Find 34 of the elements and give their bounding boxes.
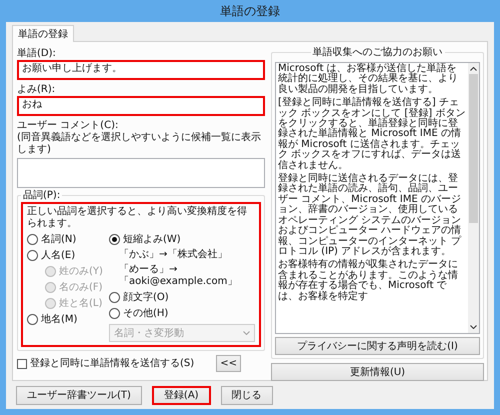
radio-button[interactable]: その他(H) [109,307,168,320]
reading-label: よみ(R): [17,83,56,96]
comment-label: ユーザー コメント(C): [17,119,120,132]
radio-button[interactable]: 人名(E) [27,249,76,262]
info-paragraph: [登録と同時に単語情報を送信する] チェック ボックスをオンにして [登録] ボタンをクリックすると、単語登録と同時に登録された単語情報と Microsoft IME の情報が Microsoft に送信されます。チェック ボックスをオフにすれば、データは送信されません。 [278,98,466,172]
chevron-down-icon [470,325,477,329]
word-field[interactable]: お願い申し上げます。 [17,60,265,80]
group-title: 単語収集へのご協力のお願い [310,47,444,59]
chevron-up-icon [470,67,477,71]
privacy-button[interactable]: プライバシーに関する声明を読む(I) [275,337,480,355]
radio-button[interactable]: 顔文字(O) [109,291,169,304]
radio-button[interactable]: 名詞(N) [27,233,76,246]
radio-button[interactable]: 地名(M) [27,313,78,326]
collapse-button[interactable]: << [216,355,241,372]
footer-button[interactable]: 登録(A) [152,386,211,404]
info-paragraph: 登録と同時に送信されるデータには、登録された単語の読み、語句、品詞、ユーザー コメント、Microsoft IME のバージョン、辞書のバージョン、使用しているオペレーティング システムのバージョンおよびコンピューター ハードウェアの情報、コンピューターのインターネット プロトコル (IP) アドレスが含まれます。 [278,174,462,258]
scrollbar[interactable] [468,63,479,333]
comment-field[interactable] [17,158,265,188]
group-title: 品詞(P): [21,190,62,202]
send-checkbox[interactable]: 登録と同時に単語情報を送信する(S) [17,357,194,370]
update-button[interactable]: 更新情報(U) [271,363,484,381]
example-text: 「かぶ」→「株式会社」 [119,249,228,261]
chevron-down-icon [243,331,250,335]
footer-button[interactable]: ユーザー辞書ツール(T) [16,386,142,404]
window-title: 単語の登録 [220,2,280,20]
part-of-speech-hint: 正しい品詞を選択すると、より高い変換精度を得られます。 [27,206,247,229]
footer-button[interactable]: 閉じる [220,386,273,404]
comment-hint: (同音異義語などを選択しやすいように候補一覧に表示します) [17,132,262,156]
info-paragraph: お客様特有の情報が収集されたデータに含まれることがあります。このような情報が存在する場合でも、Microsoft では、お客様を特定す [278,260,459,302]
reading-field[interactable]: おね [17,96,265,116]
word-label: 単語(D): [17,47,57,60]
example-text: 「めーる」→「aoki@example.com」 [119,264,238,288]
radio-button[interactable]: 短縮よみ(W) [109,233,181,246]
tab[interactable]: 単語の登録 [12,25,74,42]
